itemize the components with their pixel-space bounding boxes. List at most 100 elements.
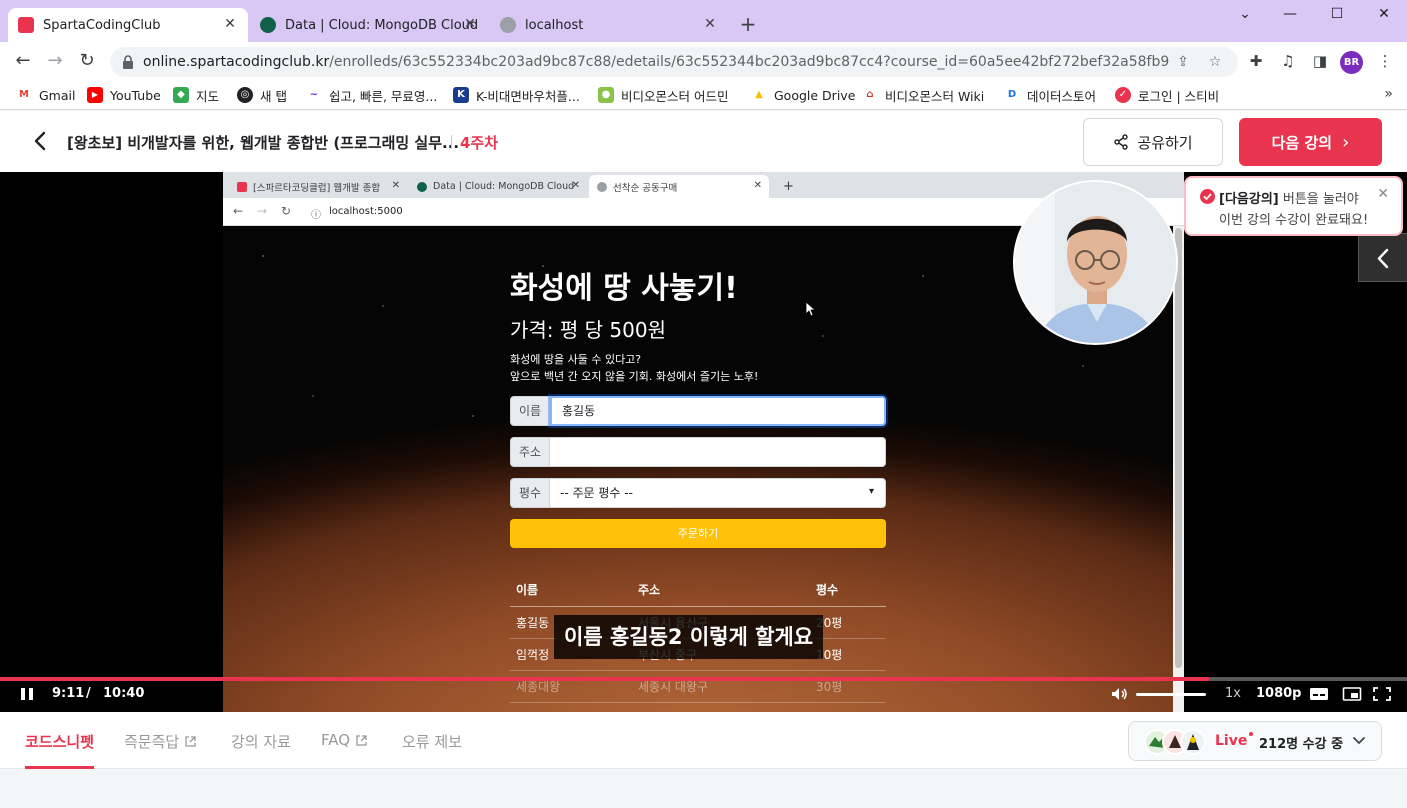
scrollbar-thumb (1175, 228, 1182, 668)
forward-icon[interactable]: → (44, 50, 66, 72)
next-lecture-tooltip: [다음강의] 버튼을 눌러야 이번 강의 수강이 완료돼요! ✕ (1184, 176, 1403, 236)
share-page-icon[interactable]: ⇪ (1174, 53, 1192, 71)
share-button-label: 공유하기 (1137, 133, 1193, 152)
share-button[interactable]: 공유하기 (1083, 118, 1223, 166)
tab-search-icon[interactable]: ⌄ (1233, 6, 1257, 26)
close-tooltip-icon[interactable]: ✕ (1377, 186, 1389, 202)
new-tab-icon[interactable]: + (738, 14, 758, 34)
browser-tab-spartacodingclub[interactable]: SpartaCodingClub ✕ (8, 8, 248, 42)
back-icon[interactable]: ← (12, 50, 34, 72)
bookmark-star-icon[interactable]: ☆ (1206, 53, 1224, 71)
close-tab-icon: ✕ (571, 180, 580, 191)
video-progress-bar[interactable] (0, 677, 1407, 681)
live-viewers-dropdown[interactable]: Live 212명 수강 중 (1128, 721, 1382, 761)
bookmark-label: YouTube (110, 87, 161, 103)
column-header: 이름 (510, 574, 632, 607)
recorded-back-icon: ← (233, 204, 244, 218)
tab-code-snippets[interactable]: 코드스니펫 (25, 731, 94, 752)
address-input-group: 주소 (510, 437, 886, 467)
next-lecture-button[interactable]: 다음 강의 › (1239, 118, 1382, 166)
stibee-icon: ✓ (1115, 87, 1131, 103)
size-label: 평수 (510, 478, 550, 508)
close-tab-icon[interactable]: ✕ (462, 16, 478, 32)
bookmark-label: Gmail (39, 87, 76, 103)
description: 화성에 땅을 사둘 수 있다고? 앞으로 백년 간 오지 않을 기회. 화성에서… (510, 351, 886, 385)
external-link-icon (356, 734, 367, 746)
tab-error-report[interactable]: 오류 제보 (402, 731, 462, 752)
volume-icon[interactable] (1110, 686, 1130, 702)
recorded-tab-label: 선착순 공동구매 (613, 182, 678, 194)
name-input-group: 이름 홍길동 (510, 396, 886, 426)
video-subtitle: 이름 홍길동2 이렇게 할게요 (554, 615, 824, 659)
speed-button[interactable]: 1x (1225, 686, 1241, 701)
price-text: 가격: 평 당 500원 (510, 318, 666, 342)
address-label: 주소 (510, 437, 550, 467)
quality-button[interactable]: 1080p (1256, 686, 1302, 701)
tab-label: FAQ (321, 731, 351, 749)
bookmark-maps[interactable]: ◆ 지도 (173, 85, 219, 105)
spartacodingclub-favicon-icon (18, 17, 34, 33)
video-player[interactable]: [스파르타코딩클럽] 웹개발 종합 ✕ Data | Cloud: MongoDB… (0, 172, 1407, 712)
browser-tab-mongodb[interactable]: Data | Cloud: MongoDB Cloud ✕ (250, 8, 488, 42)
volume-slider[interactable] (1136, 693, 1206, 696)
tooltip-line-1: [다음강의] 버튼을 눌러야 (1219, 188, 1359, 207)
tab-instant-qa[interactable]: 즉문즉답 (124, 731, 196, 752)
open-sidebar-button[interactable] (1358, 233, 1407, 282)
picture-in-picture-icon[interactable] (1342, 686, 1362, 702)
k-voucher-icon: K (453, 87, 469, 103)
table-cell: 세종대왕 (510, 670, 632, 703)
window-close-icon[interactable]: ✕ (1372, 6, 1396, 26)
tooltip-line-1-rest: 버튼을 눌러야 (1278, 192, 1359, 207)
bookmark-free-video[interactable]: ~ 쉽고, 빠른, 무료영... (306, 85, 437, 105)
lock-icon (123, 55, 133, 69)
current-time: 9:11 (52, 686, 85, 701)
bookmark-videomonster-wiki[interactable]: ⌂ 비디오몬스터 Wiki (862, 85, 984, 105)
reload-icon[interactable]: ↻ (76, 50, 98, 72)
bookmark-videomonster-admin[interactable]: ● 비디오몬스터 어드민 (598, 85, 728, 105)
maximize-icon[interactable]: ☐ (1325, 6, 1349, 26)
media-control-icon[interactable]: ♫ (1278, 51, 1298, 71)
mongodb-favicon-icon (417, 181, 427, 192)
tab-lecture-materials[interactable]: 강의 자료 (231, 731, 291, 752)
tab-label: 코드스니펫 (25, 733, 95, 751)
close-tab-icon[interactable]: ✕ (702, 16, 718, 32)
wiki-icon: ⌂ (862, 87, 878, 103)
profile-avatar[interactable]: BR (1340, 51, 1363, 74)
back-arrow-icon[interactable] (30, 129, 52, 153)
fullscreen-icon[interactable] (1372, 686, 1392, 702)
side-panel-icon[interactable]: ◨ (1310, 51, 1330, 71)
browser-menu-icon[interactable]: ⋮ (1375, 51, 1395, 71)
pause-icon[interactable] (18, 686, 38, 702)
bookmark-gmail[interactable]: M Gmail (16, 85, 75, 105)
bookmark-new-tab[interactable]: ◎ 새 탭 (237, 85, 287, 105)
extensions-icon[interactable]: ✚ (1246, 51, 1266, 71)
live-dot (1249, 732, 1253, 736)
minimize-icon[interactable]: — (1278, 6, 1302, 26)
browser-tab-label: localhost (525, 17, 584, 33)
recorded-scrollbar (1173, 226, 1184, 712)
address-input (550, 437, 886, 467)
name-input: 홍길동 (550, 396, 886, 426)
address-bar[interactable]: online.spartacodingclub.kr/enrolleds/63c… (110, 47, 1238, 77)
bookmark-datastore[interactable]: D 데이터스토어 (1004, 85, 1096, 105)
close-tab-icon[interactable]: ✕ (222, 16, 238, 32)
bookmark-youtube[interactable]: ▶ YouTube (87, 85, 161, 105)
browser-tab-localhost[interactable]: localhost ✕ (490, 8, 728, 42)
url-text: online.spartacodingclub.kr/enrolleds/63c… (143, 54, 1169, 70)
lecture-tabs: 코드스니펫 즉문즉답 강의 자료 FAQ 오류 제보 Live 212명 수강 … (0, 712, 1407, 769)
tab-faq[interactable]: FAQ (321, 731, 367, 749)
table-cell: 세종시 대왕구 (632, 670, 810, 703)
bookmark-k-voucher[interactable]: K K-비대면바우처플... (453, 85, 580, 105)
more-bookmarks-icon[interactable]: » (1384, 86, 1393, 102)
viewer-avatars (1144, 729, 1206, 755)
datastore-icon: D (1004, 87, 1020, 103)
instructor-webcam (1013, 180, 1178, 345)
description-line: 화성에 땅을 사둘 수 있다고? (510, 353, 642, 366)
week-label: 4주차 (460, 134, 499, 152)
recorded-reload-icon: ↻ (281, 204, 292, 218)
column-header: 평수 (810, 574, 886, 607)
bookmark-google-drive[interactable]: ▲ Google Drive (751, 85, 855, 105)
recorded-new-tab-icon: + (783, 179, 794, 194)
bookmark-stibee-login[interactable]: ✓ 로그인 | 스티비 (1115, 85, 1219, 105)
subtitles-icon[interactable] (1309, 686, 1329, 702)
